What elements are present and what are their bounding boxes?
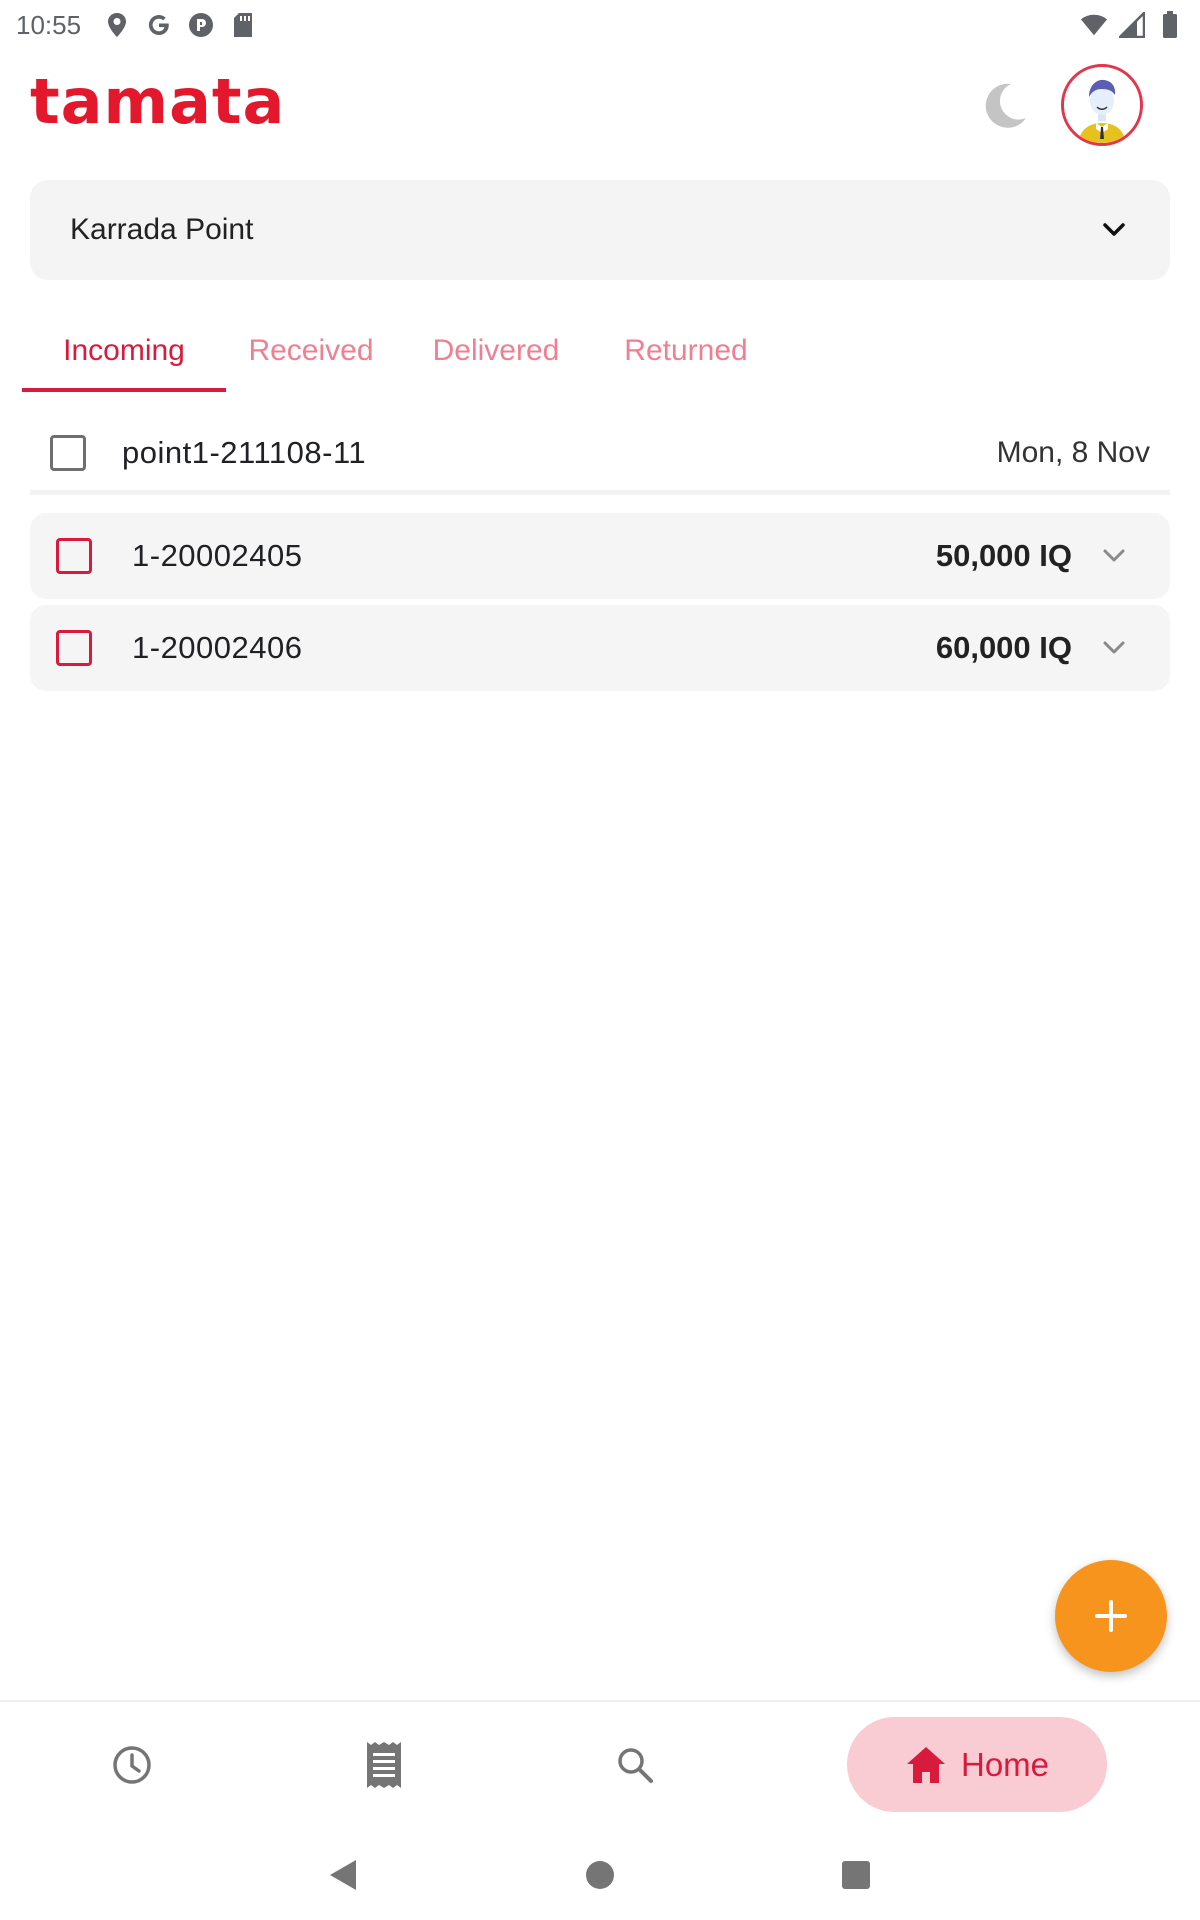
moon-icon: [985, 83, 1026, 128]
nav-history-button[interactable]: [82, 1702, 182, 1827]
tab-incoming[interactable]: Incoming: [22, 310, 226, 392]
avatar[interactable]: [1061, 64, 1143, 146]
app-screen: 10:55 tamata Karrada Point Incoming Rece…: [0, 0, 1200, 1920]
battery-icon: [1156, 11, 1184, 39]
plus-icon: [1095, 1600, 1127, 1632]
home-icon: [906, 1746, 945, 1783]
order-checkbox[interactable]: [56, 630, 92, 666]
order-price: 60,000 IQ: [935, 630, 1072, 665]
status-time: 10:55: [16, 9, 82, 40]
nav-home-label: Home: [960, 1745, 1050, 1783]
order-card[interactable]: 1-20002405 50,000 IQ: [30, 513, 1170, 599]
tab-returned[interactable]: Returned: [596, 310, 776, 392]
tab-received[interactable]: Received: [226, 310, 396, 392]
recents-icon: [842, 1861, 870, 1889]
status-icons-right: [1080, 11, 1184, 39]
order-id: 1-20002405: [132, 538, 303, 573]
tamata-logo: tamata: [30, 65, 285, 138]
location-icon: [103, 11, 131, 39]
sd-card-icon: [229, 11, 257, 39]
bottom-navigation: Home: [0, 1700, 1200, 1825]
status-bar: 10:55: [0, 0, 1200, 50]
group-id: point1-211108-11: [122, 434, 367, 470]
point-selector-dropdown[interactable]: Karrada Point: [30, 180, 1170, 280]
status-icons-left: [103, 11, 257, 39]
nav-search-button[interactable]: [585, 1702, 685, 1827]
group-checkbox[interactable]: [50, 434, 86, 471]
order-checkbox[interactable]: [56, 538, 92, 574]
tab-delivered[interactable]: Delivered: [396, 310, 596, 392]
search-icon: [618, 1747, 653, 1783]
point-selector-value: Karrada Point: [70, 213, 254, 246]
order-price: 50,000 IQ: [935, 538, 1072, 573]
order-id: 1-20002406: [132, 630, 303, 665]
system-home-button[interactable]: [575, 1850, 625, 1900]
pocket-icon: [187, 11, 215, 39]
system-recents-button[interactable]: [831, 1850, 881, 1900]
nav-orders-button[interactable]: [334, 1702, 434, 1827]
signal-icon: [1118, 11, 1146, 39]
home-circle-icon: [586, 1861, 614, 1889]
user-avatar-icon: [1064, 67, 1140, 143]
chevron-down-icon[interactable]: [1098, 540, 1130, 572]
add-fab-button[interactable]: [1055, 1560, 1167, 1672]
shipment-group-row: point1-211108-11 Mon, 8 Nov: [30, 415, 1170, 495]
logo-text: tamata: [30, 65, 286, 138]
theme-toggle-button[interactable]: [975, 75, 1035, 135]
order-card[interactable]: 1-20002406 60,000 IQ: [30, 605, 1170, 691]
system-back-button[interactable]: [318, 1850, 368, 1900]
group-date: Mon, 8 Nov: [996, 435, 1150, 469]
wifi-icon: [1080, 11, 1108, 39]
clock-icon: [113, 1745, 151, 1784]
status-tabs: Incoming Received Delivered Returned: [22, 310, 776, 392]
system-navigation-bar: [0, 1825, 1200, 1920]
chevron-down-icon[interactable]: [1098, 632, 1130, 664]
chevron-down-icon: [1103, 223, 1125, 236]
back-icon: [330, 1860, 356, 1890]
receipt-icon: [367, 1741, 401, 1788]
google-icon: [145, 11, 173, 39]
app-header: tamata: [0, 55, 1200, 165]
nav-home-button[interactable]: Home: [847, 1717, 1107, 1812]
